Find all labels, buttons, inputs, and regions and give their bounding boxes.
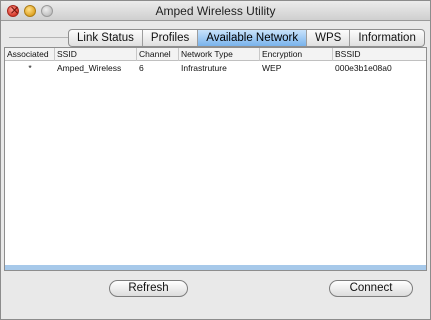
cell-bssid: 000e3b1e08a0: [335, 63, 392, 73]
list-bottom-strip: [5, 265, 426, 270]
tab-available-network[interactable]: Available Network: [198, 30, 308, 46]
cell-encryption: WEP: [262, 63, 282, 73]
column-header-ssid[interactable]: SSID: [55, 48, 137, 61]
tab-information[interactable]: Information: [350, 30, 424, 46]
column-header-bssid[interactable]: BSSID: [333, 48, 426, 61]
refresh-button[interactable]: Refresh: [109, 280, 188, 297]
column-header-channel[interactable]: Channel: [137, 48, 179, 61]
connect-button[interactable]: Connect: [329, 280, 413, 297]
cell-channel: 6: [139, 63, 144, 73]
column-header-associated[interactable]: Associated: [5, 48, 55, 61]
cell-network-type: Infrastruture: [181, 63, 227, 73]
tab-link-status[interactable]: Link Status: [69, 30, 143, 46]
tab-profiles[interactable]: Profiles: [143, 30, 199, 46]
title-bar: Amped Wireless Utility: [1, 1, 430, 21]
tab-bar: Link Status Profiles Available Network W…: [68, 29, 425, 47]
cell-ssid: Amped_Wireless: [57, 63, 122, 73]
list-header: Associated SSID Channel Network Type Enc…: [5, 48, 426, 61]
available-network-list[interactable]: Associated SSID Channel Network Type Enc…: [4, 47, 427, 271]
cell-associated: *: [28, 63, 32, 73]
tab-wps[interactable]: WPS: [307, 30, 351, 46]
column-header-encryption[interactable]: Encryption: [260, 48, 333, 61]
app-window: Amped Wireless Utility Link Status Profi…: [0, 0, 431, 320]
window-title: Amped Wireless Utility: [155, 4, 276, 18]
column-header-network-type[interactable]: Network Type: [179, 48, 260, 61]
